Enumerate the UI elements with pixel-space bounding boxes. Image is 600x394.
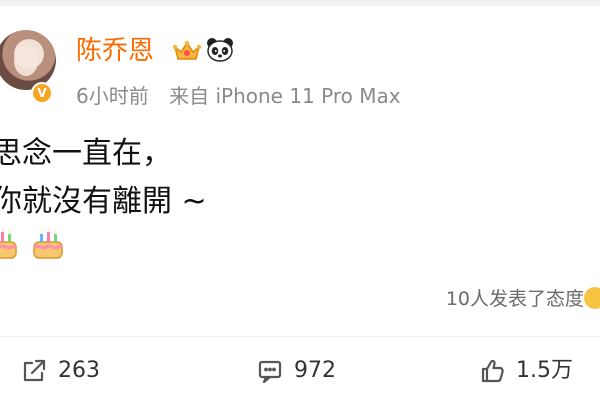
avatar-container[interactable]: V	[0, 30, 66, 108]
post-line-1: 思念一直在，	[0, 136, 172, 171]
weibo-post-card: V 陈乔恩 6小时前 来自 iPhone 11 Pro Max 思念一直在， 你…	[0, 0, 600, 394]
comment-icon	[258, 360, 282, 384]
repost-button[interactable]: 263	[20, 354, 100, 388]
avatar[interactable]	[0, 30, 56, 90]
user-name[interactable]: 陈乔恩	[76, 36, 154, 66]
crown-icon	[172, 40, 202, 60]
repost-count: 263	[58, 358, 100, 383]
top-separator	[0, 0, 600, 6]
like-button[interactable]: 1.5万	[478, 354, 573, 388]
post-meta: 6小时前 来自 iPhone 11 Pro Max	[76, 82, 401, 110]
reaction-summary[interactable]: 10人发表了态度	[446, 285, 584, 313]
cake-icon	[0, 228, 18, 259]
like-icon	[481, 359, 504, 383]
post-time: 6小时前	[76, 84, 149, 108]
post-line-2: 你就沒有離開 ~	[0, 184, 207, 219]
emoji-face-icon	[584, 287, 600, 309]
post-source: 来自 iPhone 11 Pro Max	[169, 84, 401, 108]
panda-icon	[207, 38, 233, 62]
post-body: 思念一直在， 你就沒有離開 ~	[0, 130, 207, 226]
verified-badge: V	[31, 82, 53, 104]
cake-icon	[33, 228, 64, 259]
divider	[0, 336, 600, 337]
share-icon	[23, 359, 46, 382]
comment-button[interactable]: 972	[256, 354, 336, 388]
comment-count: 972	[294, 358, 336, 383]
like-count: 1.5万	[516, 358, 573, 383]
emoji-row	[0, 224, 66, 264]
